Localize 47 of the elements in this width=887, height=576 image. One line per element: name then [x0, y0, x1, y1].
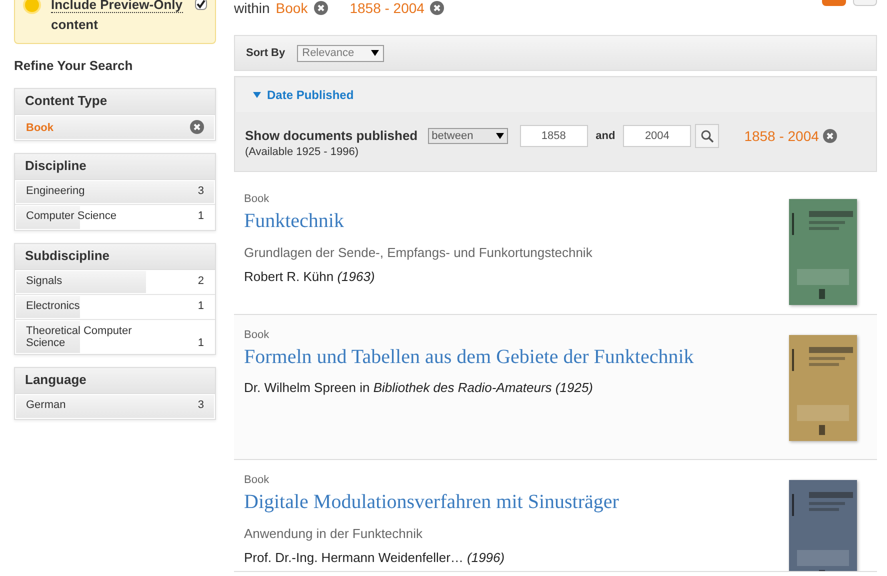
result-type: Book [244, 328, 270, 342]
filter-label: Show documents published [245, 127, 418, 146]
facet-title: Subdiscipline [15, 244, 215, 270]
facet-count: 1 [198, 210, 204, 222]
facet-item[interactable]: Electronics 1 [15, 294, 215, 320]
facet-title: Discipline [15, 154, 215, 180]
facet-label: Signals [26, 274, 62, 286]
facet-label: Engineering [26, 184, 85, 196]
and-label: and [596, 128, 616, 144]
facet-item[interactable]: Computer Science 1 [15, 204, 215, 230]
facet-label: German [26, 398, 66, 410]
facet-item[interactable]: Signals 2 [15, 270, 215, 294]
sidebar-heading: Refine Your Search [14, 57, 134, 75]
result-title[interactable]: Digitale Modulationsverfahren mit Sinusträger [244, 489, 619, 515]
facet-count: 1 [198, 300, 204, 312]
sort-dropdown[interactable]: Relevance [297, 44, 384, 62]
result-author: Prof. Dr.-Ing. Hermann Weidenfeller… (1996) [244, 548, 506, 567]
facet-item[interactable]: German 3 [15, 394, 215, 418]
facet-label: Computer Science [26, 210, 116, 222]
availability-note: (Available 1925 - 1996) [244, 145, 360, 160]
facet-label: Book [26, 122, 54, 134]
filter-prefix: within [234, 0, 270, 18]
year-from-field[interactable]: 1858 [520, 125, 588, 147]
facet-count: 1 [198, 336, 204, 348]
result-subtitle: Anwendung in der Funktechnik [244, 525, 424, 543]
facet-title: Content Type [15, 88, 215, 114]
result-title[interactable]: Formeln und Tabellen aus dem Gebiete der Funktechnik [244, 344, 694, 370]
year-to-field[interactable]: 2004 [623, 125, 692, 147]
facet-item[interactable]: Engineering 3 [15, 180, 215, 204]
result-author: Robert R. Kühn (1963) [244, 268, 376, 286]
facet-label: Electronics [26, 300, 80, 312]
sort-label: Sort By [246, 46, 286, 61]
facet-item[interactable]: Theoretical Computer Science 1 [15, 320, 215, 354]
facet-count: 2 [198, 274, 204, 286]
facet-count: 3 [198, 184, 204, 196]
active-filter[interactable]: Book [276, 0, 308, 18]
result-subtitle: Grundlagen der Sende-, Empfangs- und Funkortungstechnik [244, 244, 592, 262]
mode-dropdown[interactable]: between [428, 128, 508, 144]
result-type: Book [244, 472, 270, 488]
result-title[interactable]: Funktechnik [244, 208, 592, 234]
result-author: Dr. Wilhelm Spreen in Bibliothek des Radio-Amateurs (1925) [244, 379, 594, 397]
active-filter[interactable]: 1858 - 2004 [350, 0, 424, 18]
result-type: Book [244, 192, 270, 206]
facet-count: 3 [198, 398, 204, 410]
facet-label: Theoretical Computer Science [26, 324, 133, 348]
panel-title[interactable]: Date Published [267, 86, 354, 104]
facet-title: Language [15, 368, 215, 394]
